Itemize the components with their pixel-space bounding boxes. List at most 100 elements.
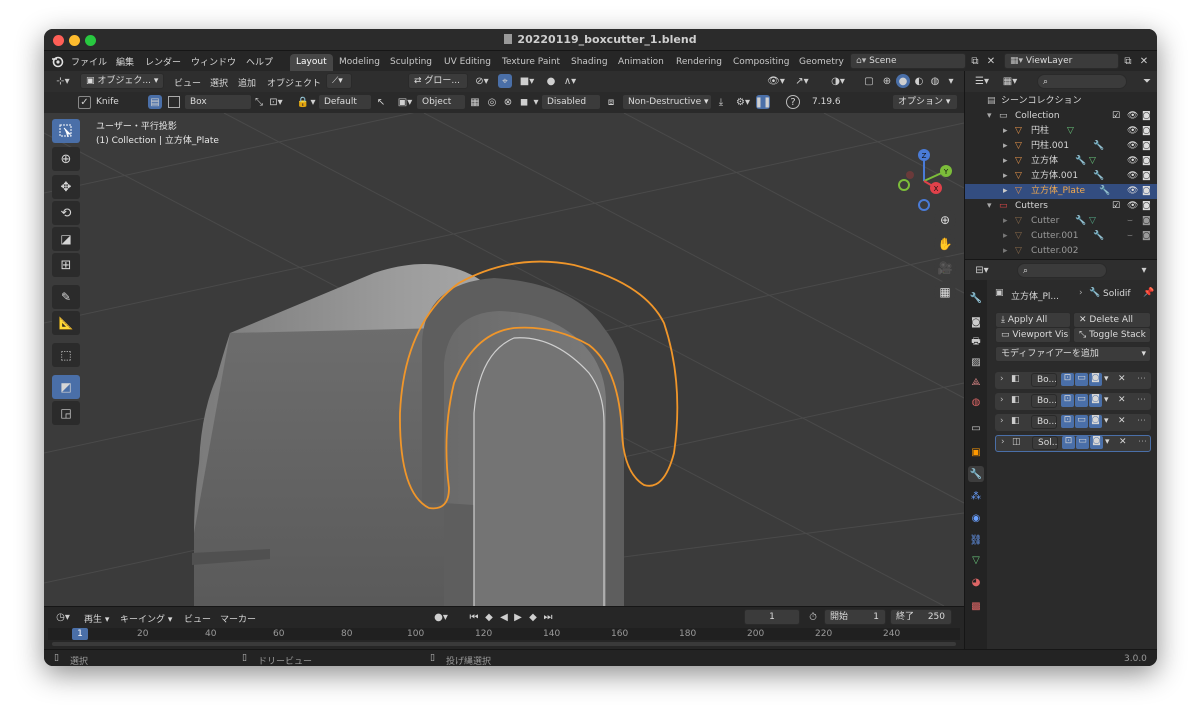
settings-gear-icon[interactable]: ⚙▾ (732, 95, 754, 109)
modifier-boolean-3[interactable]: › ◧ Bo... ⊡ ▭ ◙ ▾ ✕ ⋯ (995, 414, 1151, 431)
expand-arrow-icon[interactable]: ▸ (1003, 229, 1008, 244)
render-camera-icon[interactable]: ◙ (1142, 154, 1151, 169)
material-properties-icon[interactable]: ◕ (968, 574, 984, 590)
eye-icon[interactable]: 👁 (1127, 184, 1138, 199)
snap-target-icon[interactable]: ■▾ (514, 74, 540, 88)
viewport-display-icon[interactable]: ▭ (1075, 394, 1088, 407)
drag-handle-icon[interactable]: ⋯ (1138, 437, 1147, 447)
delete-all-button[interactable]: ✕ Delete All (1073, 312, 1151, 328)
gpencil-icon[interactable]: ⟋▾ (326, 73, 352, 89)
outliner-item-cube-plate[interactable]: ▸ ▽ 立方体_Plate 🔧 👁 ◙ (965, 184, 1157, 199)
checkbox-icon[interactable]: ☑ (1112, 199, 1120, 214)
pause-icon[interactable]: ❚❚ (755, 95, 771, 109)
render-camera-icon[interactable]: ◙ (1142, 169, 1151, 184)
gizmo-neg-z[interactable] (918, 199, 930, 211)
current-frame-field[interactable]: 1 (744, 609, 800, 625)
shape-selector[interactable]: Box (184, 94, 252, 110)
apply-icon[interactable]: ⤓ (714, 95, 728, 109)
expand-arrow-icon[interactable]: ▸ (1003, 244, 1008, 256)
solid-option-dropdown-icon[interactable]: ▾ (531, 95, 541, 109)
render-camera-icon[interactable]: ◙ (1142, 139, 1151, 154)
hardops-tool[interactable]: ◲ (52, 401, 80, 425)
drag-handle-icon[interactable]: ⋯ (1137, 395, 1146, 405)
render-camera-icon[interactable]: ◙ (1142, 124, 1151, 139)
disabled-selector[interactable]: Disabled (541, 94, 601, 110)
add-cube-tool[interactable]: ⬚ (52, 343, 80, 367)
nondestructive-selector[interactable]: Non-Destructive ▾ (622, 94, 712, 110)
outliner-item-cutter[interactable]: ▸ ▽ Cutter 🔧 ▽ ⌣ ◙ (965, 214, 1157, 229)
mode-selector[interactable]: ▣ オブジェク... ▾ (80, 73, 164, 89)
eye-icon[interactable]: 👁 (1127, 154, 1138, 169)
outliner-collection[interactable]: ▾ ▭ Collection ☑ 👁 ◙ (965, 109, 1157, 124)
scene-properties-icon[interactable]: ⟁ (968, 374, 984, 390)
solid-option-icon[interactable]: ◼ (517, 95, 531, 109)
outliner-item-cube[interactable]: ▸ ▽ 立方体 🔧 ▽ 👁 ◙ (965, 154, 1157, 169)
modifier-name-field[interactable]: Bo... (1031, 373, 1057, 387)
timeline-editor-icon[interactable]: ◷▾ (52, 610, 74, 624)
expand-arrow-icon[interactable]: ▸ (1003, 214, 1008, 229)
snap-icon[interactable]: ⌖ (498, 74, 512, 88)
help-icon[interactable]: ? (786, 95, 800, 109)
stopwatch-icon[interactable]: ⏱ (806, 610, 820, 624)
pivot-icon[interactable]: ⊘▾ (472, 74, 492, 88)
solid-shading-icon[interactable]: ● (896, 74, 910, 88)
menu-object[interactable]: オブジェクト (267, 76, 321, 89)
output-properties-icon[interactable]: 🖶 (968, 334, 984, 350)
pan-hand-icon[interactable]: ✋ (934, 233, 956, 255)
hidden-eye-icon[interactable]: ⌣ (1127, 229, 1133, 244)
move-tool[interactable]: ✥ (52, 175, 80, 199)
menu-edit[interactable]: 編集 (116, 55, 134, 68)
jump-start-icon[interactable]: ⏮ (468, 610, 480, 624)
eye-icon[interactable]: 👁 (1127, 124, 1138, 139)
modifier-solidify[interactable]: › ◫ Sol... ⊡ ▭ ◙ ▾ ✕ ⋯ (995, 435, 1151, 452)
cursor-tool[interactable]: ⊕ (52, 147, 80, 171)
collection-properties-icon[interactable]: ▭ (968, 420, 984, 436)
proportional-edit-icon[interactable]: ● (544, 74, 558, 88)
display-mode-icon[interactable]: ▦▾ (999, 74, 1021, 88)
cut-mode-icon[interactable]: ▤ (148, 95, 162, 109)
eye-icon[interactable]: 👁 (1127, 109, 1138, 124)
modifier-name-field[interactable]: Sol... (1032, 436, 1058, 450)
chevron-down-icon[interactable]: ▾ (1104, 416, 1109, 426)
viewport-display-icon[interactable]: ▭ (1075, 373, 1088, 386)
scale-tool[interactable]: ◪ (52, 227, 80, 251)
visibility-icon[interactable]: 👁▾ (764, 74, 788, 88)
wire-option-icon[interactable]: ⊗ (501, 95, 515, 109)
pin-icon[interactable]: 📌 (1143, 288, 1154, 298)
outliner-editor-icon[interactable]: ☰▾ (971, 74, 993, 88)
toggle-stack-button[interactable]: ⤡ Toggle Stack (1073, 327, 1151, 343)
chevron-down-icon[interactable]: ▾ (1104, 374, 1109, 384)
menu-file[interactable]: ファイル (71, 55, 107, 68)
object-mode-icon[interactable]: ▣▾ (394, 95, 416, 109)
apply-all-button[interactable]: ⤓ Apply All (995, 312, 1071, 328)
shape-menu-icon[interactable]: ⤡ (252, 95, 266, 109)
lock-dropdown-icon[interactable]: ▾ (308, 95, 318, 109)
gizmo-toggle-icon[interactable]: ↗▾ (790, 74, 814, 88)
expand-arrow-icon[interactable]: › (1000, 416, 1004, 426)
transform-tool[interactable]: ⊞ (52, 253, 80, 277)
chevron-down-icon[interactable]: ▾ (1105, 437, 1110, 447)
tab-rendering[interactable]: Rendering (670, 54, 728, 71)
view-layer-properties-icon[interactable]: ▨ (968, 354, 984, 370)
edit-mode-icon[interactable]: ⊡ (1061, 415, 1074, 428)
new-scene-icon[interactable]: ⧉ (968, 54, 982, 68)
physics-properties-icon[interactable]: ◉ (968, 510, 984, 526)
annotate-tool[interactable]: ✎ (52, 285, 80, 309)
timeline-ruler[interactable]: 1 20 40 60 80 100 120 140 160 180 200 22… (48, 628, 960, 640)
expand-arrow-icon[interactable]: ▸ (1003, 184, 1008, 199)
playback-menu[interactable]: 再生 ▾ (84, 612, 109, 625)
box-checkbox-icon[interactable] (168, 96, 180, 108)
timeline-scrollbar[interactable] (52, 642, 956, 646)
chevron-down-icon[interactable]: ▾ (1104, 395, 1109, 405)
expand-arrow-icon[interactable]: ▸ (1003, 169, 1008, 184)
select-box-tool[interactable] (52, 119, 80, 143)
camera-icon[interactable]: 🎥 (934, 257, 956, 279)
expand-arrow-icon[interactable]: ▾ (987, 199, 992, 214)
modifier-properties-icon[interactable]: 🔧 (968, 466, 984, 482)
rotate-tool[interactable]: ⟲ (52, 201, 80, 225)
modifier-name-field[interactable]: Bo... (1031, 394, 1057, 408)
scene-selector[interactable]: ⌂▾ Scene (850, 53, 966, 69)
render-camera-icon[interactable]: ◙ (1142, 214, 1151, 229)
expand-arrow-icon[interactable]: › (1001, 437, 1005, 447)
material-shading-icon[interactable]: ◐ (912, 74, 926, 88)
